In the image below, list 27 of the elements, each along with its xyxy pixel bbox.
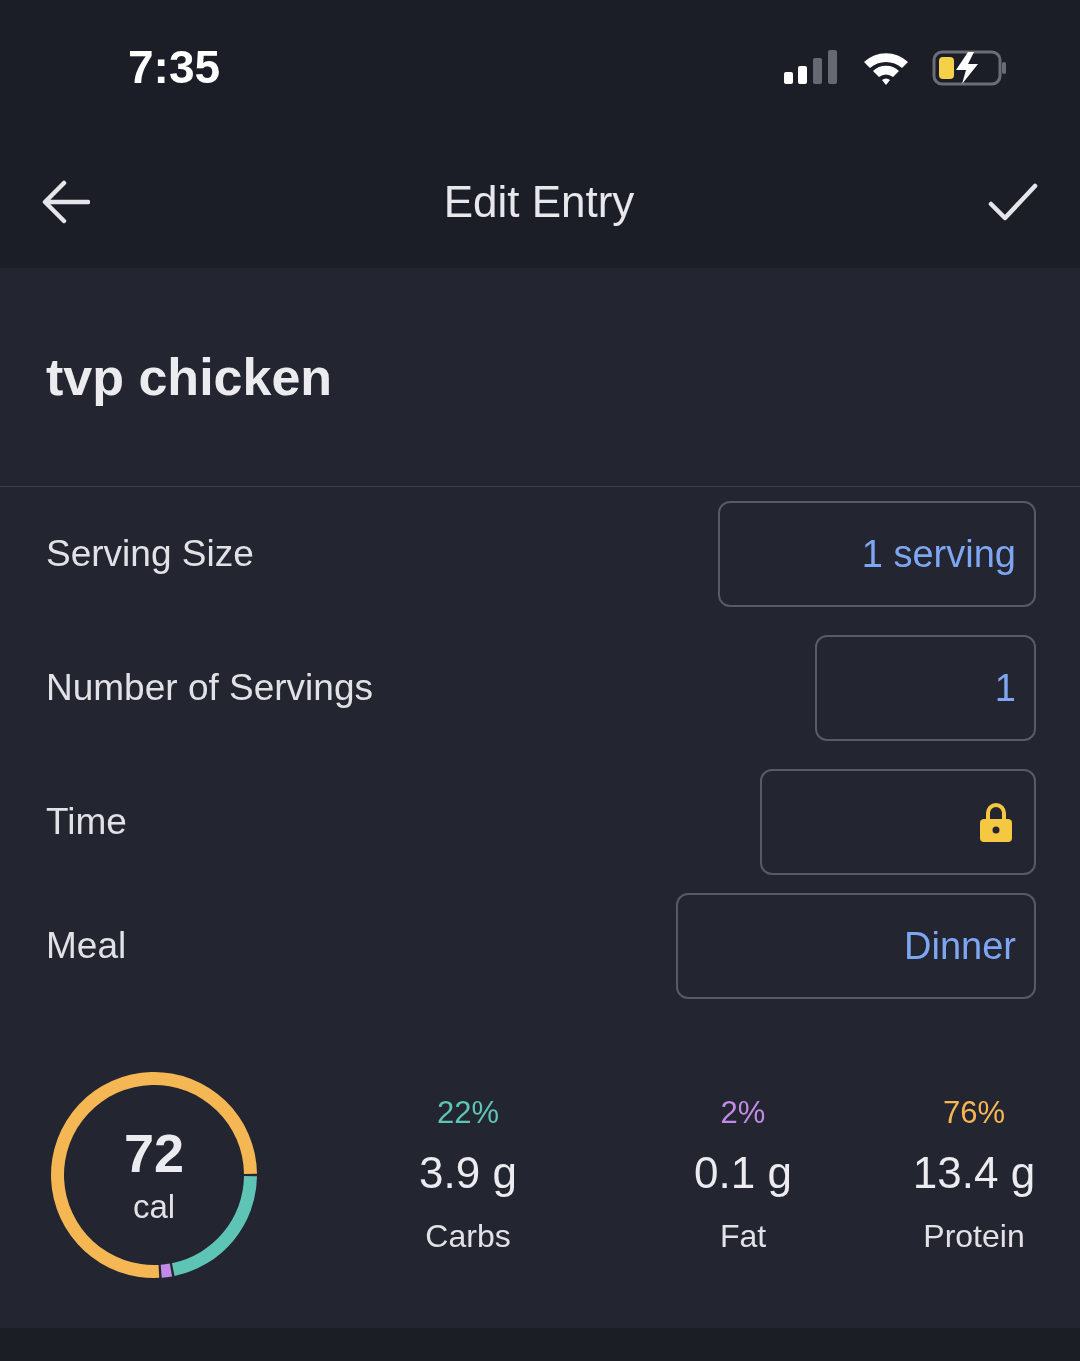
- back-arrow-icon[interactable]: [42, 179, 90, 224]
- input-field[interactable]: 1: [815, 635, 1036, 741]
- field-label: Meal: [46, 924, 127, 969]
- input-field[interactable]: 1 serving: [718, 501, 1036, 607]
- macro-label: Fat: [719, 1217, 767, 1257]
- field-label: Number of Servings: [46, 666, 373, 711]
- macro-amount: 3.9 g: [419, 1147, 517, 1200]
- signal-icon: [784, 49, 840, 86]
- input-field[interactable]: [760, 769, 1036, 875]
- page-title: Edit Entry: [443, 175, 635, 228]
- macro-label: Carbs: [425, 1217, 511, 1257]
- macro-percent: 76%: [942, 1093, 1005, 1132]
- macro-amount: 13.4 g: [912, 1147, 1036, 1200]
- checkmark-icon[interactable]: [988, 181, 1038, 222]
- field-label: Time: [46, 800, 127, 845]
- calorie-count: 72: [123, 1125, 185, 1180]
- calorie-unit: cal: [132, 1189, 176, 1223]
- lock-icon: [980, 802, 1012, 842]
- macro-label: Protein: [923, 1217, 1025, 1257]
- macro-amount: 0.1 g: [694, 1147, 792, 1200]
- field-label: Serving Size: [46, 532, 254, 577]
- input-field[interactable]: Dinner: [676, 893, 1036, 999]
- macro-percent: 2%: [720, 1093, 766, 1132]
- status-time: 7:35: [128, 40, 221, 95]
- food-name: tvp chicken: [46, 347, 333, 408]
- macro-percent: 22%: [436, 1093, 499, 1132]
- battery-charging-icon: [932, 49, 1008, 86]
